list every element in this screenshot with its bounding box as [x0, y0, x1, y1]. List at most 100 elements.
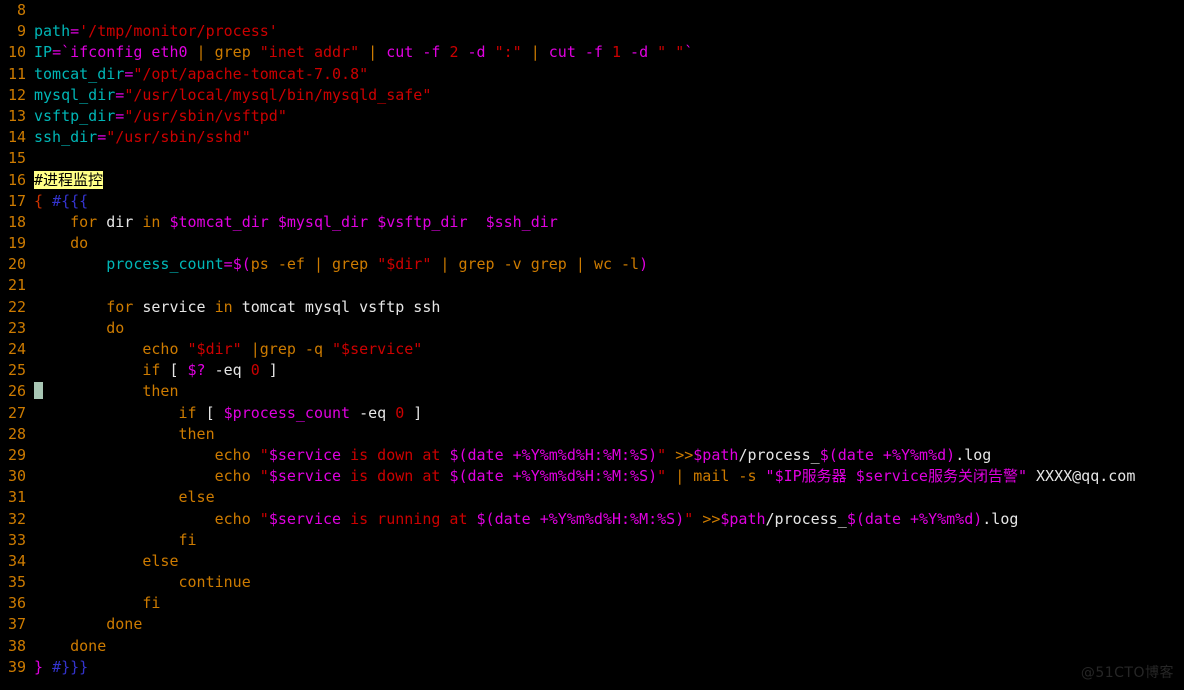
code-editor[interactable]: 8 9 path='/tmp/monitor/process' 10 IP=`ifc…: [0, 0, 1184, 690]
line-number: 33: [7, 530, 26, 549]
token-keyword: do: [106, 318, 125, 337]
code-line[interactable]: 34 else: [0, 551, 1184, 572]
token-operator: =: [124, 64, 134, 83]
line-content: tomcat_dir="/opt/apache-tomcat-7.0.8": [34, 65, 368, 83]
code-line[interactable]: 36 fi: [0, 593, 1184, 614]
token-variable: tomcat_dir: [34, 64, 125, 83]
token-operator: =: [97, 128, 107, 147]
token-flag: -d: [621, 43, 658, 62]
token-redirect: >>: [702, 509, 721, 528]
code-line[interactable]: 16 #进程监控: [0, 170, 1184, 191]
token-variable-ref: $?: [187, 361, 206, 380]
code-line[interactable]: 13 vsftp_dir="/usr/sbin/vsftpd": [0, 106, 1184, 127]
token-command: echo: [214, 445, 251, 464]
token-keyword: for: [70, 212, 98, 231]
code-line[interactable]: 17 { #{{{: [0, 191, 1184, 212]
line-number: 26: [7, 382, 26, 401]
line-number: 25: [7, 361, 26, 380]
token-brace: }: [34, 657, 53, 676]
code-line[interactable]: 10 IP=`ifconfig eth0 | grep "inet addr" |…: [0, 42, 1184, 63]
code-line[interactable]: 31 else: [0, 487, 1184, 508]
code-line[interactable]: 18 for dir in $tomcat_dir $mysql_dir $vs…: [0, 212, 1184, 233]
line-number: 36: [7, 594, 26, 613]
code-line[interactable]: 14 ssh_dir="/usr/sbin/sshd": [0, 127, 1184, 148]
code-line[interactable]: 25 if [ $? -eq 0 ]: [0, 360, 1184, 381]
token-variable-ref: $vsftp_dir: [377, 212, 468, 231]
line-content: then: [34, 382, 178, 400]
token-pipe: |: [521, 43, 549, 62]
token-word-list: tomcat mysql vsftp ssh: [241, 297, 441, 316]
code-line[interactable]: 39} #}}}: [0, 657, 1184, 678]
token-variable-ref: $ssh_dir: [485, 212, 558, 231]
code-line[interactable]: 28 then: [0, 424, 1184, 445]
code-line[interactable]: 12 mysql_dir="/usr/local/mysql/bin/mysqld…: [0, 85, 1184, 106]
token-pipe: |: [566, 255, 594, 274]
line-number: 19: [7, 234, 26, 253]
token-subshell: $(date +%Y%m%d%H:%M:%S): [449, 467, 658, 486]
code-line[interactable]: 38 done: [0, 636, 1184, 657]
token-fold-marker[interactable]: #}}}: [52, 658, 88, 676]
code-line[interactable]: 15: [0, 148, 1184, 169]
token-string: "/opt/apache-tomcat-7.0.8": [133, 64, 369, 83]
code-line[interactable]: 11 tomcat_dir="/opt/apache-tomcat-7.0.8": [0, 64, 1184, 85]
token-keyword: else: [142, 551, 179, 570]
token-variable-ref: $process_count: [223, 403, 351, 422]
code-line[interactable]: 22 for service in tomcat mysql vsftp ssh: [0, 297, 1184, 318]
token-keyword: if: [142, 361, 161, 380]
token-command: echo: [214, 509, 251, 528]
token-string-text: is running at: [341, 509, 477, 528]
token-bracket: ]: [404, 403, 423, 422]
token-keyword: in: [142, 212, 161, 231]
line-number: 32: [7, 509, 26, 528]
code-line[interactable]: 32 echo "$service is running at $(date +…: [0, 509, 1184, 530]
code-line[interactable]: 33 fi: [0, 530, 1184, 551]
token-command: ps -ef: [250, 255, 305, 274]
line-number: 24: [7, 340, 26, 358]
code-line[interactable]: 27 if [ $process_count -eq 0 ]: [0, 403, 1184, 424]
token-subshell: $(date +%Y%m%d): [819, 445, 956, 464]
token-variable-ref: $service: [268, 509, 342, 528]
token-fold-marker[interactable]: #{{{: [52, 192, 88, 210]
token-quote: ": [657, 467, 667, 486]
code-line[interactable]: 20 process_count=$(ps -ef | grep "$dir" …: [0, 254, 1184, 275]
token-pipe: |: [241, 340, 260, 358]
token-string: ":": [494, 43, 522, 62]
token-string-text: is down at: [341, 467, 450, 486]
line-number: 9: [16, 22, 26, 41]
code-line[interactable]: 9 path='/tmp/monitor/process': [0, 21, 1184, 42]
code-line[interactable]: 29 echo "$service is down at $(date +%Y%…: [0, 445, 1184, 466]
code-line[interactable]: 8: [0, 0, 1184, 21]
code-line[interactable]: 23 do: [0, 318, 1184, 339]
token-command: ifconfig eth0: [70, 43, 188, 62]
token-keyword: fi: [142, 594, 161, 613]
token-keyword: done: [70, 636, 107, 655]
code-line[interactable]: 24 echo "$dir" |grep -q "$service": [0, 339, 1184, 360]
token-variable: vsftp_dir: [34, 106, 116, 125]
code-line[interactable]: 21: [0, 275, 1184, 296]
token-subshell: $(date +%Y%m%d): [846, 509, 983, 528]
code-line[interactable]: 35 continue: [0, 572, 1184, 593]
code-line[interactable]: 37 done: [0, 614, 1184, 635]
token-pipe: |: [666, 467, 694, 486]
code-line[interactable]: 30 echo "$service is down at $(date +%Y%…: [0, 466, 1184, 487]
code-line[interactable]: 19 do: [0, 233, 1184, 254]
line-content: echo "$service is down at $(date +%Y%m%d…: [34, 467, 1136, 486]
code-line-with-cursor[interactable]: 26 then: [0, 381, 1184, 402]
